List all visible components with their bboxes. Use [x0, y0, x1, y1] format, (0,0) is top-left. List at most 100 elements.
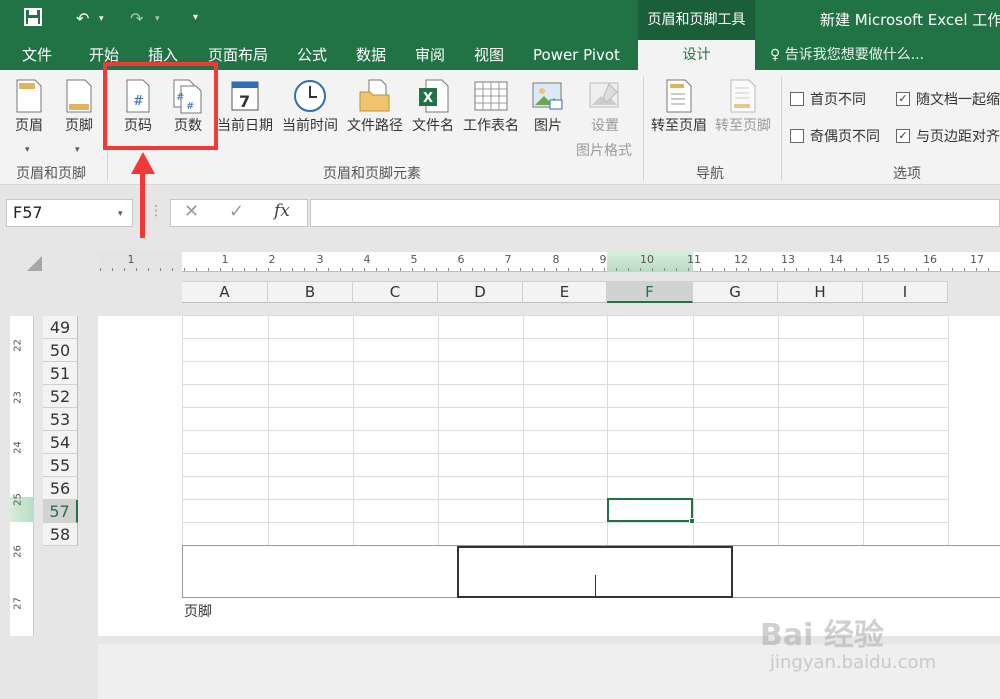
ruler-minor-tick [868, 268, 869, 271]
contextual-tool-label: 页眉和页脚工具 [638, 0, 755, 40]
tell-me-text: 告诉我您想要做什么... [784, 47, 925, 63]
ruler-minor-tick [724, 268, 725, 271]
option-different-odd-even[interactable]: 奇偶页不同 [790, 126, 880, 146]
column-header-a[interactable]: A [182, 281, 268, 303]
ruler-minor-tick [664, 268, 665, 271]
undo-icon[interactable]: ↶ [76, 9, 89, 28]
selected-cell[interactable] [607, 498, 693, 522]
go-to-header-button[interactable]: 转至页眉 [648, 78, 710, 136]
checkbox-unchecked[interactable] [790, 92, 804, 106]
footer-button[interactable]: 页脚 [60, 78, 98, 136]
row-header-53[interactable]: 53 [43, 408, 78, 431]
checkbox-unchecked[interactable] [790, 129, 804, 143]
tab-file[interactable]: 文件 [22, 40, 52, 70]
redo-dropdown-icon[interactable]: ▾ [155, 14, 160, 24]
tab-review[interactable]: 审阅 [415, 40, 445, 70]
option-scale-with-document[interactable]: ✓ 随文档一起缩 [896, 89, 1000, 109]
current-time-button[interactable]: 当前时间 [279, 78, 341, 136]
tab-formulas[interactable]: 公式 [297, 40, 327, 70]
current-date-button[interactable]: 7 当前日期 [214, 78, 276, 136]
column-header-b[interactable]: B [268, 281, 353, 303]
ruler-tick-label: 1 [127, 253, 135, 266]
column-header-e[interactable]: E [523, 281, 607, 303]
name-box-dropdown-icon[interactable]: ▾ [118, 209, 123, 219]
go-to-header-label: 转至页眉 [651, 118, 707, 134]
redo-icon[interactable]: ↷ [130, 9, 143, 28]
ruler-minor-tick [844, 268, 845, 271]
select-all-corner[interactable] [27, 256, 42, 271]
format-picture-icon [589, 82, 619, 108]
row-header-51[interactable]: 51 [43, 362, 78, 385]
cancel-icon[interactable]: ✕ [184, 201, 199, 222]
ruler-tick-label: 6 [457, 253, 465, 266]
grid-column-line [778, 316, 779, 545]
tell-me-search[interactable]: ♀ 告诉我您想要做什么... [770, 40, 924, 70]
grip-dots-icon[interactable]: ⋮ [149, 203, 163, 219]
ruler-minor-tick [676, 268, 677, 271]
column-header-i[interactable]: I [863, 281, 948, 303]
ruler-minor-tick [400, 268, 401, 271]
row-header-55[interactable]: 55 [43, 454, 78, 477]
grid-row-line [182, 522, 948, 523]
tab-data[interactable]: 数据 [356, 40, 386, 70]
column-header-h[interactable]: H [778, 281, 863, 303]
row-header-57[interactable]: 57 [43, 500, 78, 523]
ruler-minor-tick [124, 268, 125, 271]
ruler-minor-tick [388, 268, 389, 271]
checkbox-checked[interactable]: ✓ [896, 129, 910, 143]
picture-button[interactable]: 图片 [528, 78, 568, 136]
column-header-g[interactable]: G [693, 281, 778, 303]
row-header-54[interactable]: 54 [43, 431, 78, 454]
svg-text:X: X [423, 91, 433, 106]
ruler-minor-tick [172, 268, 173, 271]
vruler-tick-label: 26 [12, 545, 24, 558]
row-header-50[interactable]: 50 [43, 339, 78, 362]
name-box[interactable]: F57 [6, 199, 133, 227]
fill-handle[interactable] [689, 518, 695, 524]
format-picture-button[interactable]: 设置 [572, 78, 638, 136]
tab-design[interactable]: 设计 [638, 40, 755, 71]
ruler-minor-tick [820, 268, 821, 271]
ruler-minor-tick [736, 268, 737, 271]
ruler-minor-tick [928, 268, 929, 271]
save-icon[interactable] [24, 8, 42, 30]
row-header-58[interactable]: 58 [43, 523, 78, 546]
ruler-minor-tick [760, 268, 761, 271]
tab-power-pivot[interactable]: Power Pivot [533, 40, 620, 70]
file-name-button[interactable]: X 文件名 [409, 78, 457, 136]
column-header-c[interactable]: C [353, 281, 438, 303]
checkbox-checked[interactable]: ✓ [896, 92, 910, 106]
footer-dropdown-icon[interactable]: ▾ [75, 145, 80, 155]
formula-input[interactable] [310, 199, 1000, 227]
row-header-52[interactable]: 52 [43, 385, 78, 408]
go-to-footer-button[interactable]: 转至页脚 [712, 78, 774, 136]
option-different-first-page[interactable]: 首页不同 [790, 89, 866, 109]
enter-check-icon[interactable]: ✓ [229, 201, 244, 222]
column-header-f[interactable]: F [607, 281, 693, 303]
tab-view[interactable]: 视图 [474, 40, 504, 70]
ruler-tick-label: 13 [781, 253, 795, 266]
sheet-name-button[interactable]: 工作表名 [460, 78, 522, 136]
header-dropdown-icon[interactable]: ▾ [25, 145, 30, 155]
ruler-minor-tick [988, 268, 989, 271]
grid-column-line [438, 316, 439, 545]
row-header-56[interactable]: 56 [43, 477, 78, 500]
ruler-tick-label: 15 [876, 253, 890, 266]
option-label: 与页边距对齐 [916, 129, 1000, 145]
row-header-49[interactable]: 49 [43, 316, 78, 339]
option-align-with-margins[interactable]: ✓ 与页边距对齐 [896, 126, 1000, 146]
ruler-minor-tick [208, 268, 209, 271]
ruler-minor-tick [280, 268, 281, 271]
file-path-button[interactable]: 文件路径 [344, 78, 406, 136]
ruler-minor-tick [328, 268, 329, 271]
text-caret [595, 575, 596, 597]
ruler-minor-tick [220, 268, 221, 271]
current-time-label: 当前时间 [282, 118, 338, 134]
insert-function-icon[interactable]: fx [274, 201, 290, 221]
undo-dropdown-icon[interactable]: ▾ [99, 14, 104, 24]
format-picture-label-2: 图片格式 [576, 143, 632, 159]
column-header-d[interactable]: D [438, 281, 523, 303]
customize-qat-icon[interactable]: ▾ [193, 12, 198, 23]
vruler-tick-label: 24 [12, 441, 24, 454]
header-button[interactable]: 页眉 [10, 78, 48, 136]
